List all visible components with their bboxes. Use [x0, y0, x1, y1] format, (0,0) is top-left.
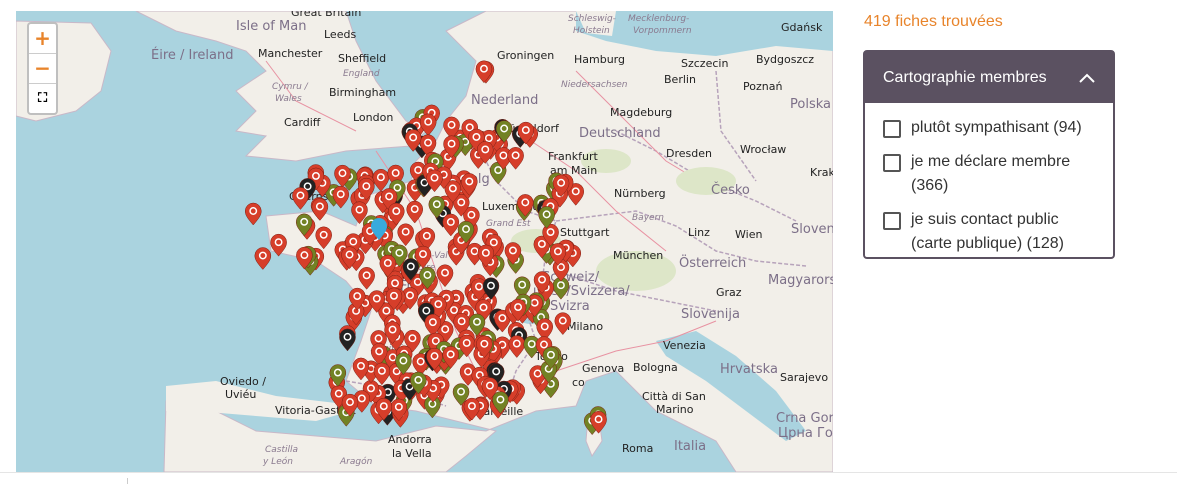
- marker-layer: [244, 60, 607, 436]
- fullscreen-button[interactable]: ⛶: [29, 84, 56, 113]
- members-map[interactable]: + − ⛶ Isle of Man Great Britain Éire / I…: [16, 11, 833, 472]
- footer-divider: [0, 472, 1177, 473]
- filter-panel-header[interactable]: Cartographie membres: [865, 52, 1113, 103]
- member-marker[interactable]: [442, 213, 460, 237]
- member-marker[interactable]: [270, 233, 287, 257]
- member-marker[interactable]: [339, 328, 356, 352]
- filter-option-label: plutôt sympathisant (94): [911, 119, 1082, 136]
- member-marker[interactable]: [397, 223, 414, 247]
- fullscreen-icon: ⛶: [37, 91, 48, 106]
- member-marker[interactable]: [507, 147, 524, 170]
- member-marker[interactable]: [315, 226, 332, 250]
- member-marker[interactable]: [358, 267, 375, 290]
- zoom-control: + − ⛶: [27, 22, 58, 115]
- member-marker[interactable]: [292, 187, 309, 210]
- filter-option-sympathisant[interactable]: plutôt sympathisant (94): [865, 116, 1113, 140]
- filter-option-label: je suis contact public (carte publique) …: [911, 211, 1064, 252]
- zoom-in-button[interactable]: +: [29, 24, 56, 54]
- filter-panel-title: Cartographie membres: [883, 68, 1047, 86]
- zoom-out-button[interactable]: −: [29, 54, 56, 84]
- member-marker[interactable]: [508, 335, 526, 358]
- checkbox-sympathisant[interactable]: [883, 120, 901, 138]
- member-marker[interactable]: [372, 169, 390, 192]
- results-count: 419 fiches trouvées: [864, 13, 1003, 30]
- member-marker[interactable]: [406, 200, 423, 224]
- member-marker[interactable]: [419, 113, 437, 137]
- checkbox-membre[interactable]: [883, 154, 901, 172]
- filter-option-label: je me déclare membre (366): [911, 153, 1071, 194]
- member-marker[interactable]: [311, 198, 329, 221]
- footer-tick: [127, 478, 128, 484]
- member-marker[interactable]: [475, 60, 493, 84]
- member-marker[interactable]: [254, 247, 272, 270]
- member-marker[interactable]: [436, 264, 454, 288]
- checkbox-contact-public[interactable]: [883, 212, 901, 230]
- member-marker[interactable]: [554, 312, 572, 335]
- member-marker[interactable]: [244, 202, 262, 226]
- filter-option-membre[interactable]: je me déclare membre (366): [865, 150, 1113, 198]
- filter-panel: Cartographie membres plutôt sympathisant…: [863, 50, 1115, 259]
- chevron-up-icon: [1079, 73, 1095, 83]
- member-marker[interactable]: [373, 362, 391, 386]
- filter-option-contact-public[interactable]: je suis contact public (carte publique) …: [865, 208, 1113, 256]
